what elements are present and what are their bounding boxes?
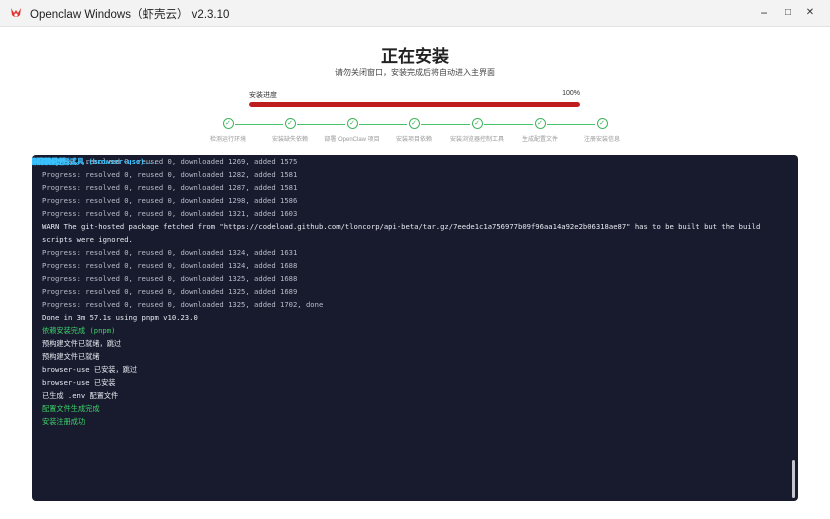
- log-line: Progress: resolved 0, reused 0, download…: [42, 183, 298, 192]
- check-icon: ✓: [534, 118, 546, 129]
- check-icon: ✓: [346, 118, 358, 129]
- install-step: ✓ 注册安装信息: [562, 118, 642, 143]
- log-line: browser-use 已安装，跳过: [42, 365, 138, 374]
- log-line: Progress: resolved 0, reused 0, download…: [42, 196, 298, 205]
- close-button[interactable]: ✕: [799, 4, 821, 22]
- maximize-button[interactable]: □: [777, 4, 799, 22]
- page-title: 正在安装: [381, 47, 449, 66]
- check-icon: ✓: [471, 118, 483, 129]
- check-icon: ✓: [596, 118, 608, 129]
- log-line: Progress: resolved 0, reused 0, download…: [42, 274, 298, 283]
- page-subtitle: 请勿关闭窗口，安装完成后将自动进入主界面: [335, 68, 495, 77]
- progress-bar: [249, 102, 580, 107]
- log-line: 预构建文件已就绪: [42, 352, 100, 361]
- title-bar: Openclaw Windows（虾壳云） v2.3.10 − □ ✕: [0, 0, 830, 27]
- log-line: Progress: resolved 0, reused 0, download…: [42, 248, 298, 257]
- install-steps: ✓ 检测运行环境 ✓ 安装缺失依赖 ✓ 部署 OpenClaw 项目 ✓ 安装项目依赖 ✓ 安装浏…: [0, 118, 830, 148]
- log-line: Progress: resolved 0, reused 0, download…: [42, 170, 298, 179]
- progress-percent: 100%: [562, 90, 580, 97]
- install-log-terminal[interactable]: Progress: resolved 0, reused 0, download…: [32, 155, 798, 501]
- window-title: Openclaw Windows（虾壳云） v2.3.10: [30, 9, 230, 21]
- step-label: 注册安装信息: [583, 137, 620, 143]
- log-line: Done in 3m 57.1s using pnpm v10.23.0: [42, 313, 198, 322]
- log-line: >>> 创建桌面快捷方式...: [32, 157, 90, 166]
- minimize-button[interactable]: −: [753, 4, 775, 22]
- app-logo-icon: [11, 8, 21, 17]
- progress-label: 安装进度: [249, 92, 277, 99]
- log-line: Progress: resolved 0, reused 0, download…: [42, 300, 324, 309]
- check-icon: ✓: [222, 118, 234, 129]
- log-line: 配置文件生成完成: [42, 404, 100, 413]
- progress-bar-fill: [249, 102, 580, 107]
- check-icon: ✓: [284, 118, 296, 129]
- log-line: WARN The git-hosted package fetched from…: [42, 222, 761, 244]
- log-line: 已生成 .env 配置文件: [42, 391, 119, 400]
- log-scrollbar[interactable]: [792, 460, 795, 498]
- log-line: 安装注册成功: [42, 417, 86, 426]
- log-line: Progress: resolved 0, reused 0, download…: [42, 287, 298, 296]
- check-icon: ✓: [408, 118, 420, 129]
- log-line: Progress: resolved 0, reused 0, download…: [42, 209, 298, 218]
- install-log: Progress: resolved 0, reused 0, download…: [32, 155, 782, 428]
- log-line: Progress: resolved 0, reused 0, download…: [42, 261, 298, 270]
- log-line: 预构建文件已就绪，跳过: [42, 339, 122, 348]
- log-line: browser-use 已安装: [42, 378, 116, 387]
- log-line: 依赖安装完成 (pnpm): [42, 326, 116, 335]
